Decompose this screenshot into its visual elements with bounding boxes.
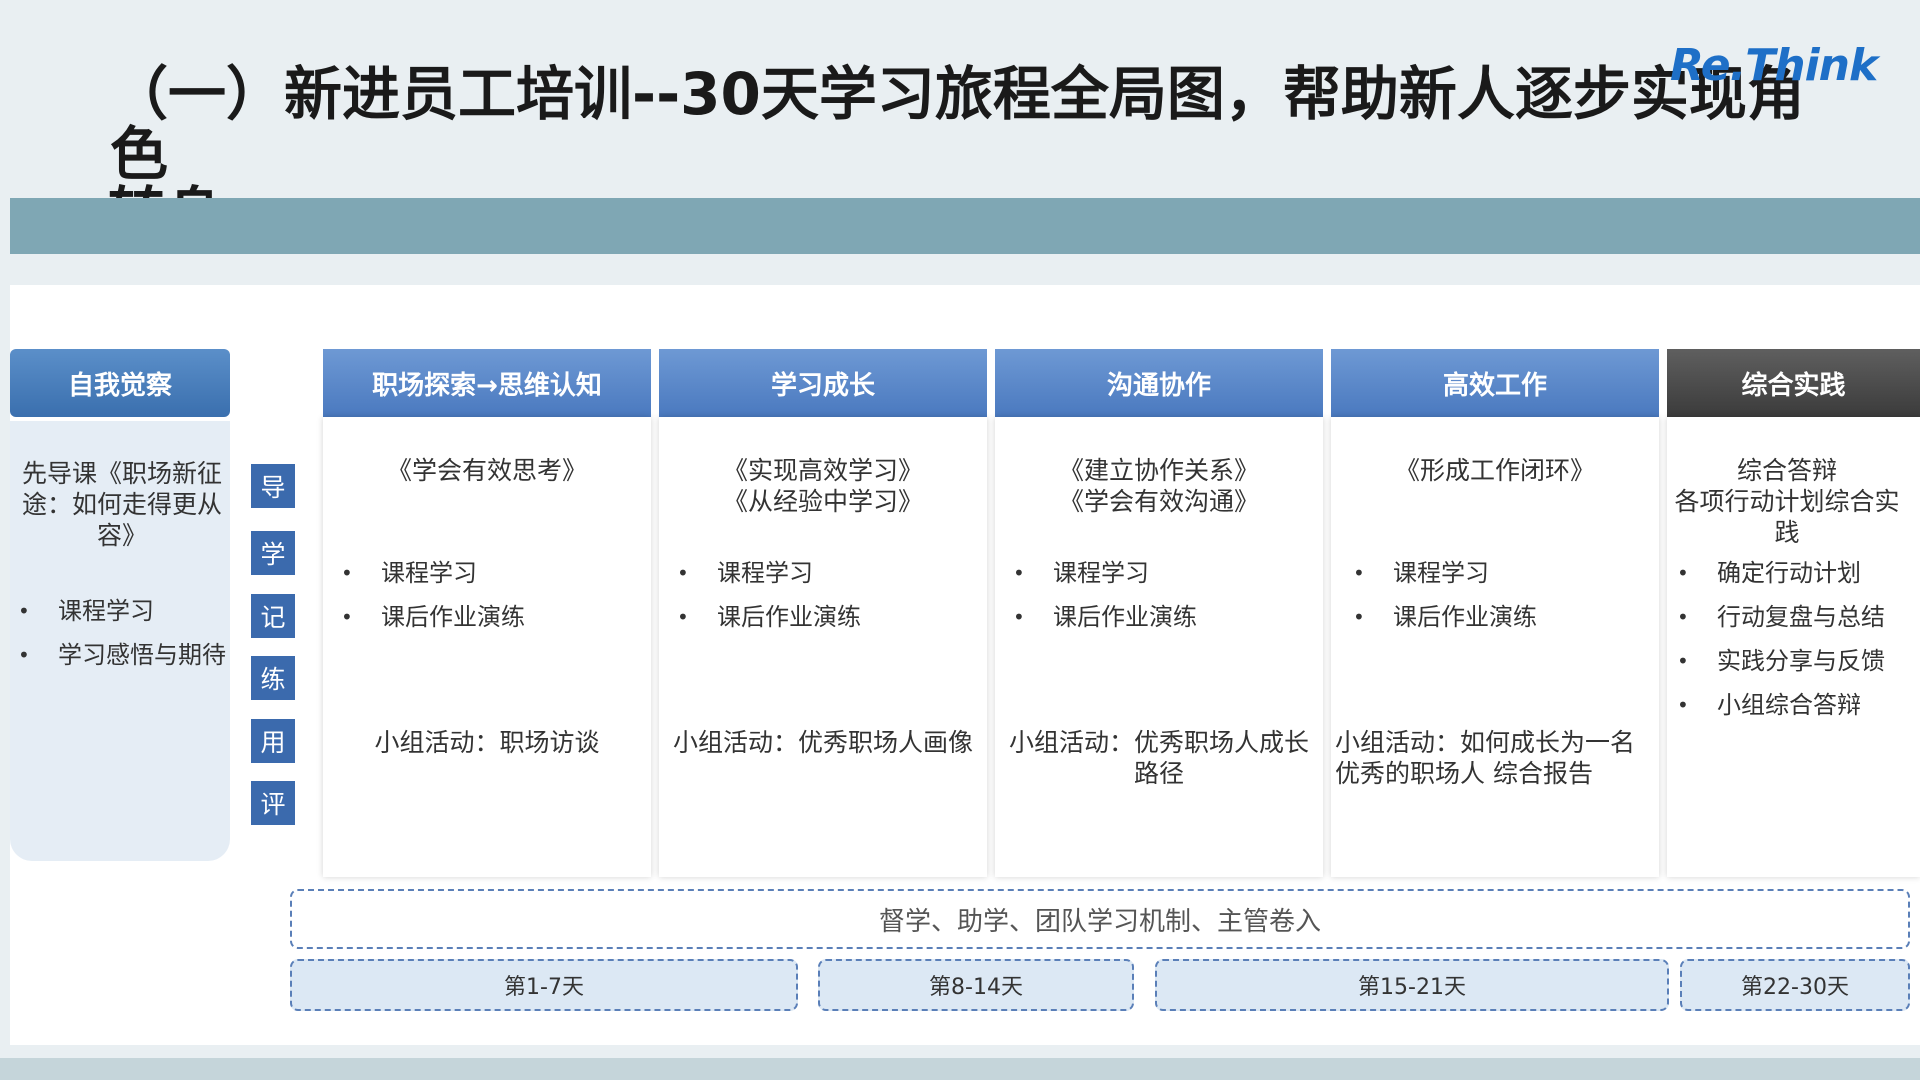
stage-3-activity: 小组活动：优秀职场人成长路径 <box>1008 728 1309 788</box>
list-item: 课程学习 <box>10 597 240 625</box>
list-item: 课程学习 <box>1005 559 1323 587</box>
stage-2-header: 学习成长 <box>659 349 987 417</box>
stage-3-bullets: 课程学习 课后作业演练 <box>1005 559 1323 631</box>
list-item: 小组综合答辩 <box>1669 691 1919 719</box>
day-range-2: 第8-14天 <box>818 959 1134 1011</box>
self-awareness-header: 自我觉察 <box>10 349 230 417</box>
verb-practice: 练 <box>251 656 295 700</box>
list-item: 确定行动计划 <box>1669 559 1919 587</box>
title-line-1: （一）新进员工培训--30天学习旅程全局图，帮助新人逐步实现角色 <box>110 60 1805 188</box>
stage-5-header: 综合实践 <box>1667 349 1920 417</box>
stage-2-bullets: 课程学习 课后作业演练 <box>669 559 987 631</box>
stage-3-header: 沟通协作 <box>995 349 1323 417</box>
list-item: 课程学习 <box>333 559 651 587</box>
verb-apply: 用 <box>251 719 295 763</box>
list-item: 课后作业演练 <box>1345 603 1659 631</box>
header-band <box>10 198 1920 254</box>
list-item: 学习感悟与期待 <box>10 641 240 669</box>
verb-guide: 导 <box>251 464 295 508</box>
rethink-logo: Re.Think <box>1670 40 1878 91</box>
list-item: 实践分享与反馈 <box>1669 647 1919 675</box>
stage-2-panel: 《实现高效学习》 《从经验中学习》 课程学习 课后作业演练 小组活动：优秀职场人… <box>659 417 987 877</box>
stage-4-header: 高效工作 <box>1331 349 1659 417</box>
stage-4-activity: 小组活动：如何成长为一名优秀的职场人 综合报告 <box>1335 728 1636 788</box>
stage-1-bullets: 课程学习 课后作业演练 <box>333 559 651 631</box>
stage-2-activity: 小组活动：优秀职场人画像 <box>672 728 973 757</box>
stage-3-panel: 《建立协作关系》 《学会有效沟通》 课程学习 课后作业演练 小组活动：优秀职场人… <box>995 417 1323 877</box>
stage-2-course: 《实现高效学习》 《从经验中学习》 <box>722 456 923 516</box>
verb-learn: 学 <box>251 531 295 575</box>
list-item: 课程学习 <box>669 559 987 587</box>
list-item: 课后作业演练 <box>669 603 987 631</box>
verb-evaluate: 评 <box>251 781 295 825</box>
stage-3-course: 《建立协作关系》 《学会有效沟通》 <box>1058 456 1259 516</box>
footer-band <box>0 1058 1920 1080</box>
stage-1-header: 职场探索→思维认知 <box>323 349 651 417</box>
day-range-4: 第22-30天 <box>1680 959 1910 1011</box>
list-item: 行动复盘与总结 <box>1669 603 1919 631</box>
stage-1-activity: 小组活动：职场访谈 <box>374 728 600 757</box>
stage-5-course: 综合答辩 各项行动计划综合实践 <box>1674 456 1900 547</box>
self-awareness-panel: 先导课《职场新征途：如何走得更从容》 课程学习 学习感悟与期待 <box>10 421 230 861</box>
day-range-1: 第1-7天 <box>290 959 798 1011</box>
stage-4-bullets: 课程学习 课后作业演练 <box>1345 559 1659 631</box>
day-range-3: 第15-21天 <box>1155 959 1669 1011</box>
list-item: 课程学习 <box>1345 559 1659 587</box>
list-item: 课后作业演练 <box>1005 603 1323 631</box>
stage-4-course: 《形成工作闭环》 <box>1394 456 1595 485</box>
self-awareness-bullets: 课程学习 学习感悟与期待 <box>10 597 240 669</box>
stage-5-panel: 综合答辩 各项行动计划综合实践 确定行动计划 行动复盘与总结 实践分享与反馈 小… <box>1667 417 1920 877</box>
self-awareness-intro: 先导课《职场新征途：如何走得更从容》 <box>22 459 223 550</box>
list-item: 课后作业演练 <box>333 603 651 631</box>
stage-5-bullets: 确定行动计划 行动复盘与总结 实践分享与反馈 小组综合答辩 <box>1669 559 1919 719</box>
support-mechanism-bar: 督学、助学、团队学习机制、主管卷入 <box>290 889 1910 949</box>
stage-1-panel: 《学会有效思考》 课程学习 课后作业演练 小组活动：职场访谈 <box>323 417 651 877</box>
verb-record: 记 <box>251 594 295 638</box>
stage-4-panel: 《形成工作闭环》 课程学习 课后作业演练 小组活动：如何成长为一名优秀的职场人 … <box>1331 417 1659 877</box>
stage-1-course: 《学会有效思考》 <box>386 456 587 485</box>
